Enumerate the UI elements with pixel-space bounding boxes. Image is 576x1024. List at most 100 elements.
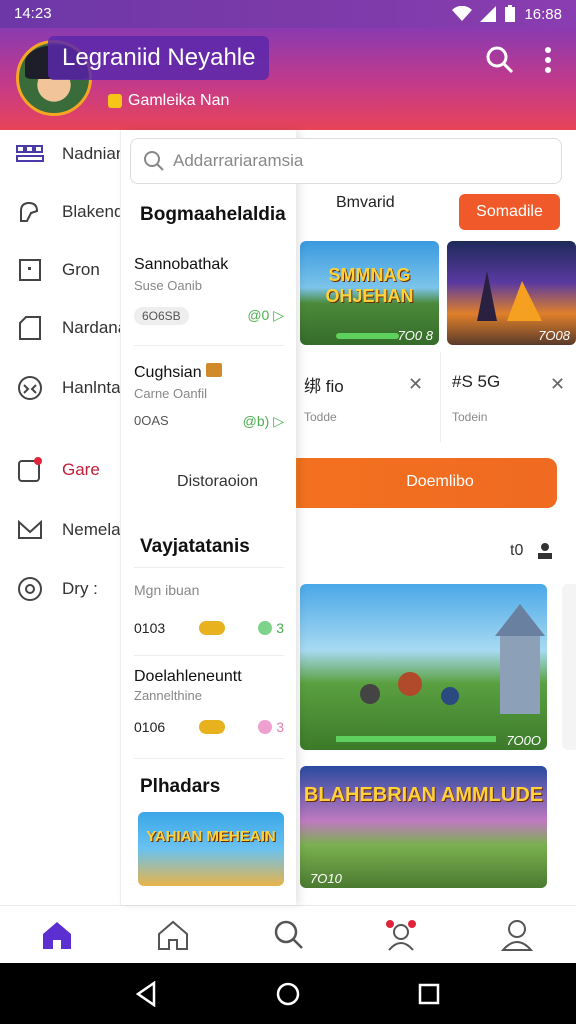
sidebar-item-6[interactable]: Gare — [16, 456, 100, 484]
tab-right[interactable]: Somadile — [459, 194, 560, 230]
header-subtitle: Gamleika Nan — [108, 92, 229, 110]
battery-icon — [505, 5, 516, 22]
stat-2-value: #S 5G — [452, 372, 501, 391]
drawer-item-title: Mgn ibuan — [134, 582, 200, 598]
button-right-label: Doemlibo — [406, 473, 474, 490]
game-card-1[interactable]: SMMNAG OHJEHAN 7O0 8 — [300, 241, 439, 345]
divider — [440, 352, 441, 442]
pink-badge-icon — [258, 720, 273, 734]
drawer-game-thumbnail[interactable]: YAHIAN MEHEAIN — [138, 812, 284, 886]
profile-icon[interactable] — [500, 918, 534, 952]
game-card-4[interactable]: BLAHEBRIAN AMMLUDE 7O10 — [300, 766, 547, 888]
user-icon[interactable] — [536, 542, 554, 560]
wifi-icon — [452, 6, 473, 21]
search-field[interactable]: Addarrariaramsia — [130, 138, 562, 184]
sidebar-item-5[interactable]: Hanlnta — [16, 374, 121, 402]
divider — [134, 567, 284, 568]
game-title: SMMNAG OHJEHAN — [325, 265, 414, 306]
chest-icon — [206, 363, 223, 377]
sidebar-item-label: Nemela — [62, 520, 121, 539]
close-icon[interactable]: ✕ — [408, 374, 423, 395]
status-icons: 16:88 — [452, 5, 562, 23]
drawer-item-rating: 3 — [276, 719, 284, 735]
notification-icon — [16, 456, 44, 484]
search-placeholder: Addarrariaramsia — [173, 151, 304, 170]
drawer-section-title-3: Plhadars — [140, 776, 221, 797]
home-filled-icon[interactable] — [40, 918, 74, 952]
game-count: 7O10 — [310, 871, 342, 886]
more-menu-button[interactable] — [534, 44, 562, 76]
subtitle-text: Gamleika Nan — [128, 92, 230, 109]
drawer-item-subtitle: Zannelthine — [134, 688, 202, 703]
stat-2-label: Todein — [452, 410, 488, 424]
drawer-item-title: Cughsian — [134, 364, 202, 381]
close-icon[interactable]: ✕ — [550, 374, 565, 395]
drawer-item-title: Doelahleneuntt — [134, 668, 242, 685]
drawer-item-count: 0103 — [134, 620, 166, 636]
jungle-scene-illustration — [336, 604, 545, 742]
drawer-item-3[interactable]: Mgn ibuan 0103 3 — [134, 578, 284, 648]
divider — [134, 758, 284, 759]
game-count: 7O0O — [506, 733, 541, 748]
drawer-item-title: Sannobathak — [134, 256, 229, 273]
game-title: BLAHEBRIAN AMMLUDE — [303, 784, 544, 806]
divider — [134, 655, 284, 656]
drawer-item-rating: 3 — [276, 620, 284, 636]
coins-icon — [198, 720, 225, 734]
system-navigation-bar — [0, 963, 576, 1024]
drawer-item-rating: @b) ▷ — [242, 413, 284, 429]
progress-bar — [336, 333, 399, 339]
drawer-item-2[interactable]: Cughsian Carne Oanfil 0OAS @b) ▷ — [134, 363, 284, 443]
drawer-item-pill: 6O6SB — [134, 307, 189, 325]
status-bar: 14:23 16:88 — [0, 0, 576, 28]
sidebar-item-label: Gron — [62, 260, 100, 279]
green-badge-icon — [258, 621, 273, 635]
drawer-item-1[interactable]: Sannobathak Suse Oanib 6O6SB @0 ▷ — [134, 256, 284, 336]
sidebar-item-1[interactable]: Nadnian — [16, 140, 125, 168]
home-icon[interactable] — [156, 918, 190, 952]
game-card-3[interactable]: 7O0O — [300, 584, 547, 750]
sidebar-item-3[interactable]: Gron — [16, 256, 100, 284]
section-right-label: t0 — [510, 542, 524, 559]
status-time: 14:23 — [14, 5, 52, 22]
page-title: Legraniid Neyahle — [48, 36, 270, 80]
drawer-section-title-1: Bogmaahelaldia — [140, 204, 286, 225]
tag-icon — [16, 314, 44, 342]
drawer-item-subtitle: Carne Oanfil — [134, 386, 207, 401]
drawer-section-title-2: Vayjatatanis — [140, 536, 250, 557]
button-left-label: Distoraoion — [177, 473, 258, 490]
drawer-item-4[interactable]: Doelahleneuntt Zannelthine 0106 3 — [134, 668, 284, 748]
app-header: Legraniid Neyahle Gamleika Nan — [0, 28, 576, 130]
frame-icon — [16, 256, 44, 284]
status-battery-text: 16:88 — [524, 5, 562, 23]
settings-icon — [16, 575, 44, 603]
home-circle-icon[interactable] — [275, 981, 301, 1007]
tab-left[interactable]: Bmvarid — [336, 194, 395, 212]
game-count: 7O08 — [538, 328, 570, 343]
thumbnail-title: YAHIAN MEHEAIN — [146, 828, 276, 845]
grid-icon — [16, 140, 44, 168]
sidebar-item-label: Nardana — [62, 318, 128, 337]
divider — [134, 345, 284, 346]
drawer-item-count: 0106 — [134, 719, 166, 735]
recents-icon[interactable] — [418, 983, 440, 1005]
game-count: 7O0 8 — [397, 328, 433, 343]
friends-icon[interactable] — [384, 918, 418, 952]
drawer-item-subtitle: Suse Oanib — [134, 278, 202, 293]
sidebar-item-8[interactable]: Dry : — [16, 575, 98, 603]
back-icon[interactable] — [134, 981, 158, 1007]
game-card-2[interactable]: 7O08 — [447, 241, 576, 345]
sidebar-item-2[interactable]: Blakend — [16, 198, 123, 226]
sidebar-item-7[interactable]: Nemela — [16, 516, 121, 544]
sidebar-item-label: Blakend — [62, 202, 124, 221]
next-card-peek — [562, 584, 576, 750]
search-icon[interactable] — [272, 918, 306, 952]
coin-icon — [108, 94, 122, 108]
stat-1-value: 绑 fio — [304, 377, 344, 396]
puzzle-icon — [16, 198, 44, 226]
drawer-item-count: 0OAS — [134, 413, 169, 428]
signal-icon — [480, 6, 497, 22]
sidebar-item-label: Hanlnta — [62, 378, 121, 397]
search-button[interactable] — [484, 44, 516, 76]
sidebar-item-4[interactable]: Nardana — [16, 314, 127, 342]
